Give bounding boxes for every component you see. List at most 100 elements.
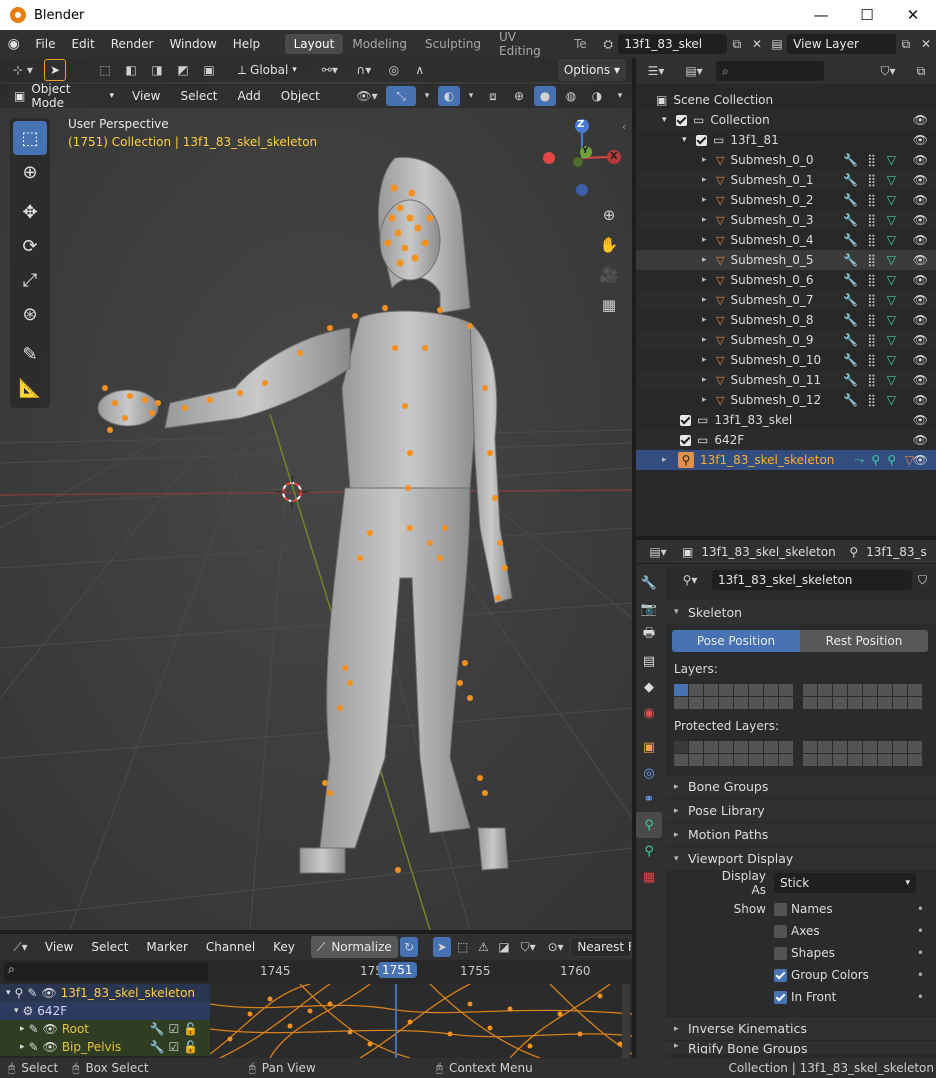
new-view-layer-icon[interactable]: ⧉ [896,34,916,54]
view-layer-field[interactable]: View Layer [787,34,896,54]
options-dropdown[interactable]: Options ▾ [557,59,626,81]
channel-row[interactable]: ▸ ✎ 👁 Bip_Pelvis 🔧 ☑ 🔓 [0,1038,210,1056]
select-box-mode-subtract-icon[interactable]: ◨ [146,60,168,80]
keyframe-dot-icon[interactable]: • [917,902,924,916]
outliner-row-group[interactable]: ▾ ▭ 13f1_81 👁 [636,130,936,150]
filter-icon[interactable]: ⛉▾ [515,937,540,957]
tab-render-icon[interactable]: 📷 [636,596,662,622]
perspective-toggle-icon[interactable]: ▦ [596,290,622,320]
exclude-checkbox[interactable] [680,434,691,446]
rest-position-button[interactable]: Rest Position [800,630,928,652]
snapping-dropdown[interactable]: Nearest Fra [570,937,632,957]
outliner-row-submesh[interactable]: ▸ ▽ Submesh_0_11 🔧 ⣿ ▽ 👁 [636,370,936,390]
tab-armature-data-icon[interactable]: ⚲ [636,812,662,838]
editor-type-icon[interactable]: ☰▾ [640,61,672,81]
filter-icon[interactable]: ⛉▾ [872,61,904,81]
menu-file[interactable]: File [27,37,63,51]
expand-arrow-icon[interactable]: ▸ [702,175,716,185]
armature-browse-icon[interactable]: ⚲▾ [674,570,706,590]
move-tool-icon[interactable]: ✥ [13,195,47,229]
shading-material-icon[interactable]: ◍ [560,86,582,106]
expand-arrow-icon[interactable]: ▸ [702,315,716,325]
chevron-down-icon[interactable]: ▾ [464,86,478,106]
xray-toggle-icon[interactable]: ⧈ [482,86,504,106]
expand-arrow-icon[interactable]: ▾ [14,1006,19,1016]
normalize-refresh-icon[interactable]: ↻ [399,937,419,957]
visibility-icon[interactable]: 👁▾ [352,86,382,106]
viewport-menu-object[interactable]: Object [273,89,328,103]
new-scene-icon[interactable]: ⧉ [727,34,747,54]
display-mode-icon[interactable]: ▤▾ [678,61,710,81]
measure-tool-icon[interactable]: 📐 [13,371,47,405]
tab-uv-editing[interactable]: UV Editing [490,27,565,61]
keyframe-dot-icon[interactable]: • [917,990,924,1004]
dope-menu-channel[interactable]: Channel [198,940,263,954]
outliner-row-submesh[interactable]: ▸ ▽ Submesh_0_3 🔧 ⣿ ▽ 👁 [636,210,936,230]
tab-layout[interactable]: Layout [284,34,344,54]
eye-icon[interactable]: 👁 [913,173,928,187]
tab-modeling[interactable]: Modeling [343,34,416,54]
eye-icon[interactable]: 👁 [913,453,928,467]
shading-wireframe-icon[interactable]: ⊕ [508,86,530,106]
show-option-row[interactable]: Axes • [666,920,936,942]
dope-menu-marker[interactable]: Marker [138,940,195,954]
sidebar-toggle-icon[interactable]: ‹ [622,122,626,133]
outliner-row-submesh[interactable]: ▸ ▽ Submesh_0_7 🔧 ⣿ ▽ 👁 [636,290,936,310]
show-option-checkbox[interactable] [774,902,787,916]
eye-icon[interactable]: 👁 [913,373,928,387]
proportional-editing-icon[interactable]: ◎ [383,60,405,80]
new-collection-icon[interactable]: ⧉ [910,61,932,81]
select-tool-icon[interactable]: ➤ [44,59,66,81]
pin-icon[interactable]: ✎ [27,986,37,1000]
select-box-mode-new-icon[interactable]: ⬚ [94,60,116,80]
overlay-toggle-icon[interactable]: ◐ [438,86,460,106]
inverse-kinematics-panel-header[interactable]: ▸ Inverse Kinematics [666,1016,936,1040]
protected-layer-buttons-right[interactable] [803,741,922,766]
expand-arrow-icon[interactable]: ▾ [682,135,696,145]
rigify-panel-header[interactable]: ▸ Rigify Bone Groups [666,1040,936,1054]
outliner-row-submesh[interactable]: ▸ ▽ Submesh_0_5 🔧 ⣿ ▽ 👁 [636,250,936,270]
expand-arrow-icon[interactable]: ▸ [702,215,716,225]
protected-layer-buttons-left[interactable] [674,741,793,766]
pan-hand-icon[interactable]: ✋ [596,230,622,260]
outliner-row-submesh[interactable]: ▸ ▽ Submesh_0_0 🔧 ⣿ ▽ 👁 [636,150,936,170]
create-ghost-icon[interactable]: ◪ [495,937,514,957]
show-option-checkbox[interactable] [774,990,787,1004]
blender-menu-icon[interactable]: ◉ [0,36,27,52]
outliner-row-submesh[interactable]: ▸ ▽ Submesh_0_12 🔧 ⣿ ▽ 👁 [636,390,936,410]
tab-output-icon[interactable]: 🖶 [636,622,662,648]
layer-buttons-right[interactable] [803,684,922,709]
expand-arrow-icon[interactable]: ▸ [702,195,716,205]
channel-row[interactable]: ▸ ✎ 👁 Root 🔧 ☑ 🔓 [0,1020,210,1038]
show-option-row[interactable]: Group Colors • [666,964,936,986]
show-option-checkbox[interactable] [774,968,787,982]
expand-arrow-icon[interactable]: ▸ [702,355,716,365]
viewport-menu-add[interactable]: Add [230,89,269,103]
pivot-point-icon[interactable]: ⊹ ▾ [6,60,40,80]
select-box-tool-icon[interactable]: ⬚ [13,121,47,155]
fake-user-shield-icon[interactable]: ⛉ [918,573,927,588]
gizmo-toggle-icon[interactable]: ⤡ [386,86,416,106]
editor-type-icon[interactable]: ⟋▾ [6,937,35,957]
viewport-display-panel-header[interactable]: ▾ Viewport Display [666,846,936,870]
shading-rendered-icon[interactable]: ◑ [586,86,608,106]
maximize-button[interactable]: ☐ [844,0,890,30]
modifier-wrench-icon[interactable]: 🔧 ☑ 🔓 [150,1040,198,1054]
proportional-falloff-icon[interactable]: ∧ [409,60,431,80]
outliner-row-skeleton[interactable]: ▸ ⚲ 13f1_83_skel_skeleton ⤳ ⚲ ⚲ ▽ 👁 [636,450,936,470]
tab-texture-icon[interactable]: ▦ [636,864,662,890]
chevron-down-icon[interactable]: ▾ [612,86,628,106]
dope-menu-view[interactable]: View [37,940,81,954]
eye-icon[interactable]: 👁 [913,153,928,167]
normalize-toggle[interactable]: ⟋ Normalize [310,936,398,958]
expand-arrow-icon[interactable]: ▸ [702,235,716,245]
expand-arrow-icon[interactable]: ▸ [702,395,716,405]
pose-position-button[interactable]: Pose Position [672,630,800,652]
menu-render[interactable]: Render [103,37,162,51]
eye-icon[interactable]: 👁 [913,413,928,427]
show-option-checkbox[interactable] [774,946,787,960]
mode-dropdown[interactable]: ▣ Object Mode ▾ [8,82,120,110]
outliner-row-submesh[interactable]: ▸ ▽ Submesh_0_8 🔧 ⣿ ▽ 👁 [636,310,936,330]
eye-icon[interactable]: 👁 [913,273,928,287]
eye-icon[interactable]: 👁 [913,393,928,407]
